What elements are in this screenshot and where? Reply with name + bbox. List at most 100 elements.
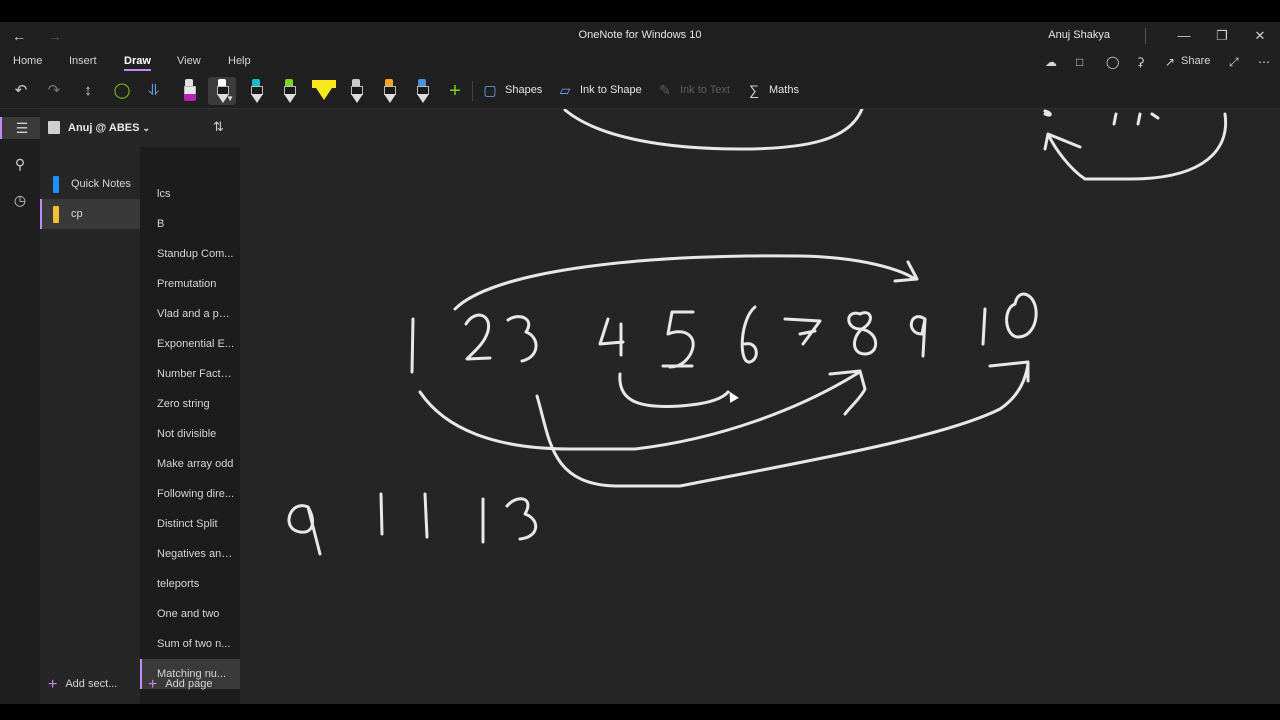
restore-icon[interactable]: ❐ bbox=[1202, 25, 1242, 47]
notebook-header[interactable]: Anuj @ ABES ⌄ ⇅ bbox=[40, 109, 240, 147]
page-item[interactable]: B bbox=[140, 209, 240, 239]
more-options-icon[interactable]: ⋯ bbox=[1258, 55, 1270, 69]
maths-button[interactable]: Maths bbox=[769, 84, 799, 96]
highlighter-tip bbox=[316, 88, 332, 100]
highlighter-pen-icon[interactable] bbox=[179, 77, 199, 105]
page-canvas[interactable] bbox=[240, 109, 1280, 704]
tab-help[interactable]: Help bbox=[228, 55, 251, 67]
pen-white-icon[interactable]: ▼ bbox=[208, 77, 236, 105]
page-item[interactable]: Standup Com... bbox=[140, 239, 240, 269]
page-item[interactable]: Premutation bbox=[140, 269, 240, 299]
notebook-icon bbox=[48, 121, 60, 134]
page-item[interactable]: Not divisible bbox=[140, 419, 240, 449]
title-bar: ← → OneNote for Windows 10 Anuj Shakya —… bbox=[0, 22, 1280, 50]
sections-list: Quick Notes cp bbox=[40, 147, 140, 704]
ink-digit-11-b bbox=[423, 492, 429, 539]
add-section-button[interactable]: + Add sect... bbox=[48, 676, 117, 694]
chevron-down-icon[interactable]: ▼ bbox=[226, 94, 234, 103]
search-icon[interactable]: ⚲ bbox=[9, 153, 31, 175]
share-button[interactable]: Share bbox=[1181, 55, 1210, 67]
tab-view[interactable]: View bbox=[177, 55, 201, 67]
ink-glyph-top bbox=[1043, 109, 1052, 117]
tab-draw[interactable]: Draw bbox=[124, 55, 151, 71]
add-space-icon[interactable]: ⥥ bbox=[143, 80, 165, 102]
page-label: Distinct Split bbox=[157, 518, 218, 530]
onenote-window: ← → OneNote for Windows 10 Anuj Shakya —… bbox=[0, 22, 1280, 704]
ink-stroke-top-left bbox=[563, 109, 864, 151]
sync-icon[interactable]: ☁ bbox=[1045, 55, 1057, 69]
section-quick-notes[interactable]: Quick Notes bbox=[40, 169, 140, 199]
pen-green-icon[interactable] bbox=[279, 77, 299, 105]
fullscreen-icon[interactable]: ⤢ bbox=[1229, 55, 1239, 70]
page-item[interactable]: lcs bbox=[140, 179, 240, 209]
page-item[interactable]: Negatives and... bbox=[140, 539, 240, 569]
pen-tip bbox=[284, 94, 296, 103]
pen-orange-icon[interactable] bbox=[379, 77, 399, 105]
ink-arc-1-8 bbox=[418, 371, 860, 451]
page-item[interactable]: Zero string bbox=[140, 389, 240, 419]
maths-icon[interactable]: ∑ bbox=[745, 81, 763, 99]
page-item[interactable]: Make array odd bbox=[140, 449, 240, 479]
pen-cyan-icon[interactable] bbox=[246, 77, 266, 105]
share-icon[interactable]: ↗ bbox=[1165, 55, 1175, 69]
page-item[interactable]: One and two bbox=[140, 599, 240, 629]
add-page-button[interactable]: + Add page bbox=[148, 676, 212, 694]
page-label: B bbox=[157, 218, 165, 230]
add-pen-icon[interactable]: + bbox=[444, 80, 466, 102]
page-item[interactable]: Sum of two n... bbox=[140, 629, 240, 659]
pen-blue-icon[interactable] bbox=[412, 77, 432, 105]
page-label: lcs bbox=[157, 188, 171, 200]
shapes-button[interactable]: Shapes bbox=[505, 84, 542, 96]
ink-arc-4-5 bbox=[618, 372, 730, 409]
page-item[interactable]: Distinct Split bbox=[140, 509, 240, 539]
ink-digit-3 bbox=[506, 315, 538, 363]
page-label: Zero string bbox=[157, 398, 210, 410]
pen-grey-icon[interactable] bbox=[346, 77, 366, 105]
bell-icon[interactable]: ⚳ bbox=[1136, 55, 1145, 69]
notebook-name[interactable]: Anuj @ ABES ⌄ bbox=[68, 122, 150, 134]
draw-toolbar: ↶ ↷ ↕ ◯ ⥥ ▼ + ▢ Shapes ▱ Ink to Shape ✎ … bbox=[0, 74, 1280, 109]
page-label: Make array odd bbox=[157, 458, 234, 470]
redo-icon[interactable]: ↷ bbox=[43, 80, 65, 102]
page-label: Following dire... bbox=[157, 488, 235, 500]
add-section-label: Add sect... bbox=[65, 678, 118, 690]
plus-icon: + bbox=[148, 676, 158, 693]
close-icon[interactable]: ✕ bbox=[1240, 25, 1280, 47]
ink-digit-2 bbox=[464, 313, 492, 361]
ink-digit-13-3 bbox=[505, 497, 538, 541]
ink-arc-3-10 bbox=[535, 362, 1030, 488]
page-item[interactable]: Vlad and a pai... bbox=[140, 299, 240, 329]
pen-cap bbox=[285, 79, 293, 86]
notebooks-icon[interactable]: ☰ bbox=[0, 117, 42, 139]
ink-to-shape-button[interactable]: Ink to Shape bbox=[580, 84, 642, 96]
recent-icon[interactable]: ◷ bbox=[9, 189, 31, 211]
tab-insert[interactable]: Insert bbox=[69, 55, 97, 67]
ink-digit-11-a bbox=[379, 492, 384, 536]
ink-digit-7 bbox=[783, 317, 822, 346]
lasso-select-icon[interactable]: ◯ bbox=[111, 80, 133, 102]
ink-to-shape-icon[interactable]: ▱ bbox=[556, 81, 574, 99]
pen-tip bbox=[251, 94, 263, 103]
highlighter-yellow-icon[interactable] bbox=[312, 77, 336, 105]
ink-to-text-button: Ink to Text bbox=[680, 84, 730, 96]
ink-digit-9b bbox=[287, 504, 322, 556]
type-select-icon[interactable]: ↕ bbox=[77, 80, 99, 102]
page-item[interactable]: teleports bbox=[140, 569, 240, 599]
pen-cap bbox=[185, 79, 193, 86]
ink-layer bbox=[287, 109, 1228, 556]
minimize-icon[interactable]: — bbox=[1164, 25, 1204, 47]
pen-tip bbox=[184, 94, 196, 101]
section-cp[interactable]: cp bbox=[40, 199, 140, 229]
undo-icon[interactable]: ↶ bbox=[10, 80, 32, 102]
tab-home[interactable]: Home bbox=[13, 55, 42, 67]
page-item[interactable]: Following dire... bbox=[140, 479, 240, 509]
ink-tick-top-1 bbox=[1112, 112, 1118, 126]
lightbulb-icon[interactable]: ◯ bbox=[1106, 55, 1119, 69]
user-name[interactable]: Anuj Shakya bbox=[1048, 29, 1110, 41]
sort-icon[interactable]: ⇅ bbox=[213, 119, 224, 135]
page-view-icon[interactable]: □ bbox=[1076, 55, 1083, 69]
ink-digit-8 bbox=[847, 311, 878, 356]
page-item[interactable]: Number Facto... bbox=[140, 359, 240, 389]
page-item[interactable]: Exponential E... bbox=[140, 329, 240, 359]
shapes-icon[interactable]: ▢ bbox=[481, 81, 499, 99]
